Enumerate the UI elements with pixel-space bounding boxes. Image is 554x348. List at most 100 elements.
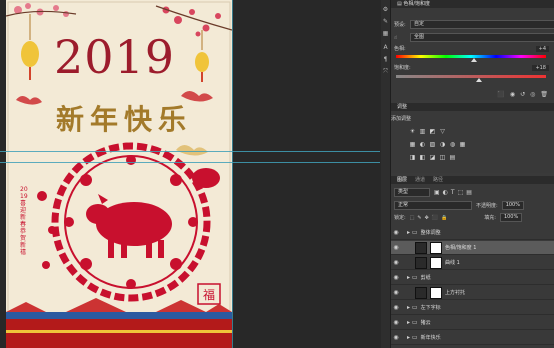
channel-dropdown[interactable]: 全图 bbox=[410, 33, 554, 42]
layer-row[interactable]: ◉ ▸ ▭ 左下字标 bbox=[391, 301, 554, 315]
folder-icon[interactable]: ▸ ▭ bbox=[407, 304, 418, 311]
eye-icon[interactable]: ◉ bbox=[391, 319, 401, 326]
poster-year: 2019 bbox=[54, 30, 176, 84]
adjustment-thumb bbox=[415, 286, 427, 299]
poster-greeting: 新年快乐 bbox=[56, 103, 193, 136]
opacity-input[interactable]: 100% bbox=[501, 201, 524, 210]
transform-icon[interactable]: ⤧ bbox=[382, 68, 389, 75]
eye-icon[interactable]: ◉ bbox=[391, 289, 401, 296]
layer-kind-filter[interactable]: 类型 bbox=[394, 188, 430, 197]
color-balance-icon[interactable]: ▨ bbox=[429, 141, 436, 148]
layer-row[interactable]: ◉ ▸ ▭ 猪云 bbox=[391, 316, 554, 330]
hue-slider-handle[interactable] bbox=[471, 58, 477, 62]
eye-icon[interactable]: ◉ bbox=[391, 244, 401, 251]
reset-icon[interactable]: ↺ bbox=[520, 91, 525, 98]
opacity-label: 不透明度: bbox=[476, 203, 498, 209]
preset-dropdown[interactable]: 自定 bbox=[410, 20, 554, 29]
pig-papercut bbox=[86, 194, 172, 258]
tab-paths[interactable]: 路径 bbox=[433, 176, 443, 184]
selective-color-icon[interactable]: ▤ bbox=[449, 154, 456, 161]
levels-icon[interactable]: ▥ bbox=[419, 128, 426, 135]
vibrance-icon[interactable]: ▦ bbox=[409, 141, 416, 148]
layer-row[interactable]: ◉ ▸ ▭ 新年快乐 bbox=[391, 331, 554, 345]
eye-icon[interactable]: ◉ bbox=[391, 229, 401, 236]
hue-saturation-icon[interactable]: ◐ bbox=[419, 141, 426, 148]
targeted-adjust-icon[interactable]: ☝ bbox=[394, 35, 404, 41]
mask-thumb[interactable] bbox=[430, 286, 442, 299]
layer-row[interactable]: ◉ 曲线 1 bbox=[391, 256, 554, 270]
paragraph-icon[interactable]: ¶ bbox=[382, 56, 389, 63]
lantern-right-icon bbox=[195, 30, 209, 82]
layer-name: 整体调整 bbox=[420, 230, 441, 236]
folder-icon[interactable]: ▸ ▭ bbox=[407, 229, 418, 236]
brightness-icon[interactable]: ☀ bbox=[409, 128, 416, 135]
eye-icon[interactable]: ◉ bbox=[391, 304, 401, 311]
saturation-label: 饱和度: bbox=[394, 65, 411, 71]
fill-input[interactable]: 100% bbox=[499, 213, 523, 222]
threshold-icon[interactable]: ◪ bbox=[429, 154, 436, 161]
character-icon[interactable]: A bbox=[382, 44, 389, 51]
fill-value: 100% bbox=[503, 214, 519, 220]
adjustments-tab[interactable]: 调整 bbox=[391, 103, 554, 111]
eye-icon[interactable]: ◉ bbox=[391, 334, 401, 341]
exposure-icon[interactable]: ▽ bbox=[439, 128, 446, 135]
folder-icon[interactable]: ▸ ▭ bbox=[407, 319, 418, 326]
adjustment-thumb bbox=[415, 256, 427, 269]
poster-side-text: 2019 喜迎新春 恭贺新禧 bbox=[20, 186, 28, 256]
tab-layers[interactable]: 图层 bbox=[397, 176, 407, 184]
mask-thumb[interactable] bbox=[430, 256, 442, 269]
folder-icon[interactable]: ▸ ▭ bbox=[407, 334, 418, 341]
layer-name: 色相/饱和度 1 bbox=[445, 245, 477, 251]
layer-row[interactable]: ◉ 上方衬托 bbox=[391, 286, 554, 300]
curves-icon[interactable]: ◩ bbox=[429, 128, 436, 135]
swatch-icon[interactable]: ▦ bbox=[382, 30, 389, 37]
black-white-icon[interactable]: ◑ bbox=[439, 141, 446, 148]
lantern-left-icon bbox=[21, 14, 39, 80]
hue-label: 色相: bbox=[394, 46, 406, 52]
delete-icon[interactable]: 🗑 bbox=[540, 91, 548, 98]
hue-value[interactable]: +4 bbox=[535, 45, 549, 52]
folder-icon[interactable]: ▸ ▭ bbox=[407, 274, 418, 281]
document-canvas-area[interactable]: 2019 新年快乐 2019 喜迎新春 恭贺新禧 福 bbox=[0, 0, 380, 348]
layer-row[interactable]: ◉ ▸ ▭ 整体调整 bbox=[391, 226, 554, 240]
layer-name: 上方衬托 bbox=[445, 290, 466, 296]
filter-icons[interactable]: ▣◐T⬚▤ bbox=[434, 189, 475, 196]
lock-icons[interactable]: ⬚✎✥⬛🔒 bbox=[410, 215, 451, 221]
poster-document[interactable]: 2019 新年快乐 2019 喜迎新春 恭贺新禧 福 bbox=[6, 0, 232, 348]
preset-label: 预设: bbox=[394, 22, 406, 28]
visibility-icon[interactable]: ◎ bbox=[530, 91, 535, 98]
eye-icon[interactable]: ◉ bbox=[391, 259, 401, 266]
layer-row[interactable]: ◉ 色相/饱和度 1 bbox=[391, 241, 554, 255]
invert-icon[interactable]: ◨ bbox=[409, 154, 416, 161]
layer-name: 剪纸 bbox=[420, 275, 431, 281]
bottom-palace bbox=[6, 298, 232, 348]
properties-panel: ▤ 色相/饱和度 预设: 自定 ☝ 全图 色相: +4 饱和度: +18 ⬛ ◉… bbox=[391, 0, 554, 100]
history-icon[interactable]: ⚙ bbox=[382, 6, 389, 13]
channel-mixer-icon[interactable]: ▦ bbox=[459, 141, 466, 148]
photo-filter-icon[interactable]: ◍ bbox=[449, 141, 456, 148]
adjustments-panel: 调整 添加调整 ☀ ▥ ◩ ▽ ▦ ◐ ▨ ◑ ◍ ▦ ◨ ◧ ◪ ◫ ▤ bbox=[391, 103, 554, 173]
mask-thumb[interactable] bbox=[430, 241, 442, 254]
blend-mode-dropdown[interactable]: 正常 bbox=[394, 201, 472, 210]
gradient-map-icon[interactable]: ◫ bbox=[439, 154, 446, 161]
layer-name: 猪云 bbox=[420, 320, 431, 326]
layer-name: 左下字标 bbox=[420, 305, 441, 311]
saturation-value[interactable]: +18 bbox=[532, 64, 549, 71]
tab-channels[interactable]: 通道 bbox=[415, 176, 425, 184]
eye-icon[interactable]: ◉ bbox=[391, 274, 401, 281]
properties-title: 色相/饱和度 bbox=[403, 1, 431, 7]
properties-header: ▤ 色相/饱和度 bbox=[391, 0, 554, 8]
saturation-slider[interactable] bbox=[396, 75, 546, 78]
guide-line-vertical bbox=[232, 0, 233, 348]
lock-label: 锁定: bbox=[394, 215, 406, 221]
panel-dock-strip: ⚙ ✎ ▦ A ¶ ⤧ bbox=[381, 0, 391, 348]
posterize-icon[interactable]: ◧ bbox=[419, 154, 426, 161]
brush-icon[interactable]: ✎ bbox=[382, 18, 389, 25]
layer-row[interactable]: ◉ ▸ ▭ 剪纸 bbox=[391, 271, 554, 285]
guide-line-1 bbox=[0, 151, 380, 152]
clip-to-layer-icon[interactable]: ⬛ bbox=[497, 91, 504, 98]
adjust-icons-row-3: ◨ ◧ ◪ ◫ ▤ bbox=[409, 154, 459, 161]
saturation-slider-handle[interactable] bbox=[475, 78, 482, 82]
opacity-value: 100% bbox=[505, 202, 520, 208]
view-previous-icon[interactable]: ◉ bbox=[510, 91, 515, 98]
